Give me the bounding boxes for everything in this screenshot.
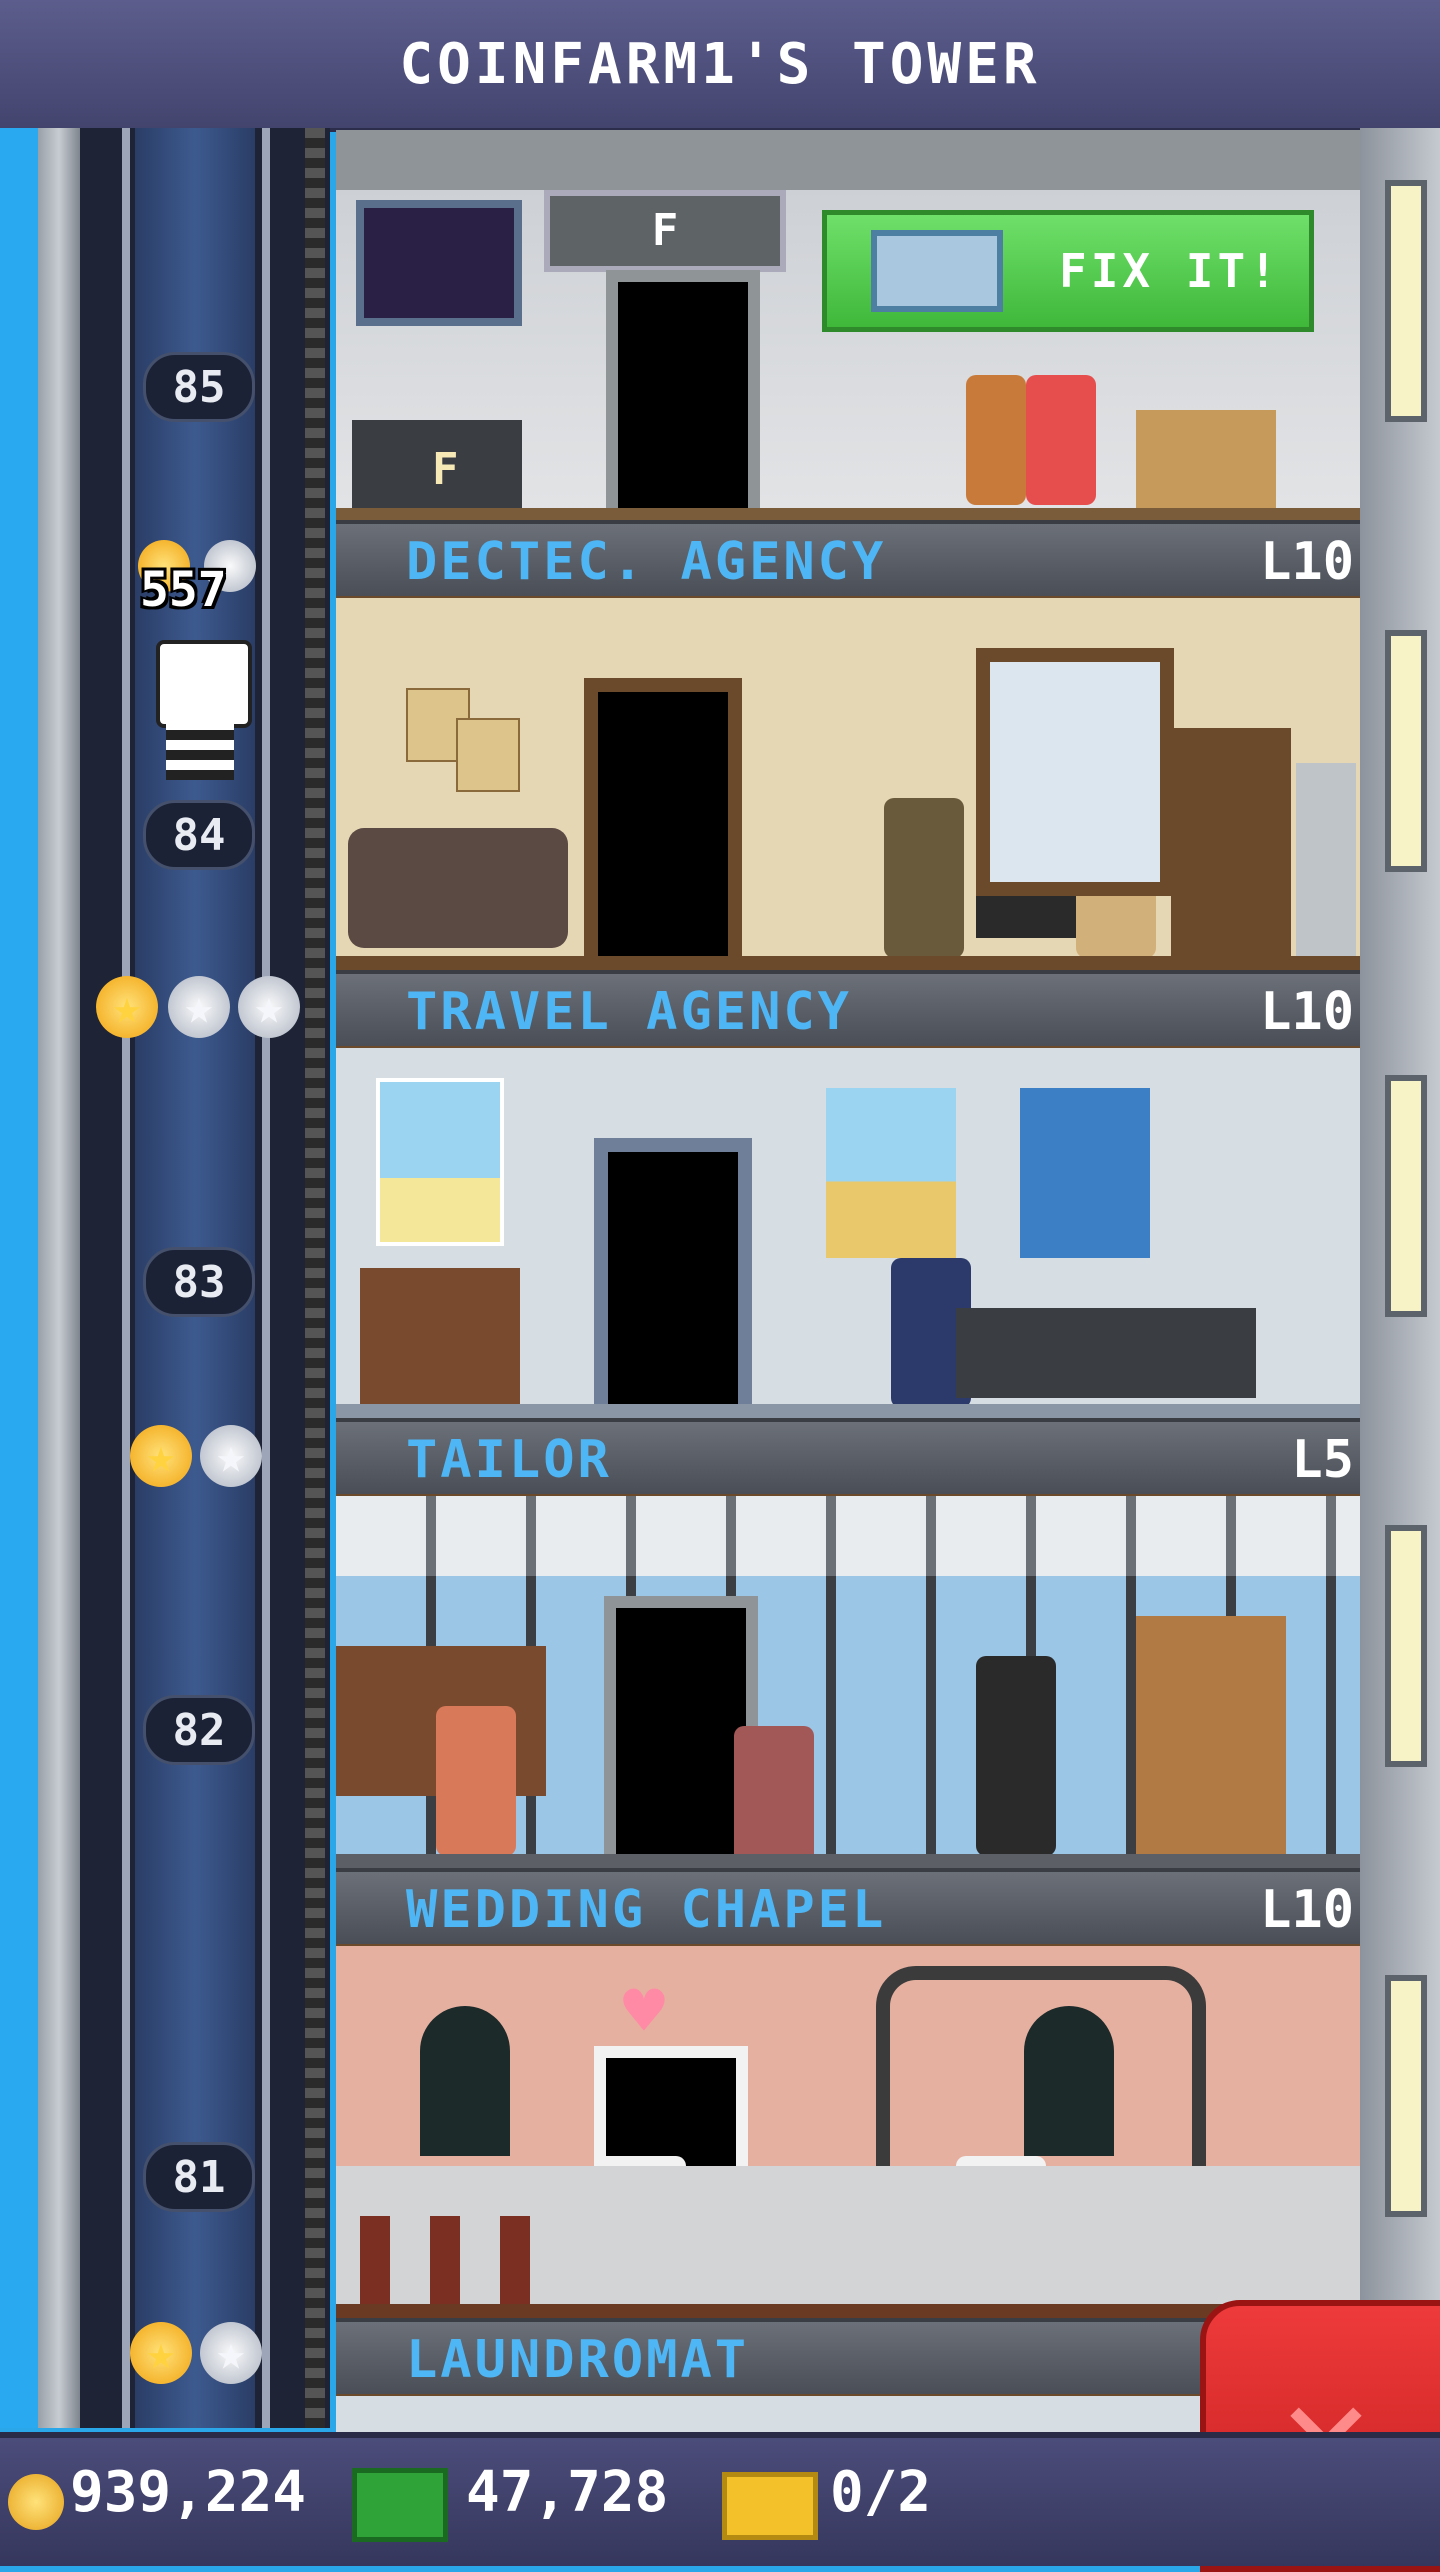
room-door[interactable] xyxy=(606,270,760,544)
floor-number[interactable]: 84 xyxy=(143,800,255,870)
filing-cabinet xyxy=(1296,763,1356,963)
sofa xyxy=(348,828,568,948)
room-level: L10 xyxy=(1260,982,1354,1042)
elevator-rail xyxy=(122,128,130,2428)
beach-poster xyxy=(376,1078,504,1246)
city-poster xyxy=(1020,1088,1150,1258)
room-wedding-chapel[interactable]: ♥ xyxy=(336,1946,1360,2330)
sky-strip xyxy=(0,128,38,2428)
room-label-bar[interactable]: TAILOR L5 xyxy=(336,1418,1360,1500)
bitizen[interactable] xyxy=(1026,375,1096,505)
room-tailor[interactable] xyxy=(336,1496,1360,1880)
window xyxy=(1385,630,1427,872)
window xyxy=(1385,1075,1427,1317)
ceiling-arches xyxy=(336,1496,1360,1576)
floor xyxy=(336,508,1360,520)
ticket-icon xyxy=(722,2472,818,2540)
wanted-poster xyxy=(456,718,520,792)
room-travel-agency[interactable] xyxy=(336,1048,1360,1432)
ceiling xyxy=(336,130,1360,190)
reception-desk: F xyxy=(352,420,522,520)
bottom-hud: 939,224 47,728 0/2 xyxy=(0,2432,1440,2566)
mannequin xyxy=(976,1656,1056,1856)
floor-number[interactable]: 81 xyxy=(143,2142,255,2212)
passenger-head xyxy=(156,640,252,728)
star-icon: ★ xyxy=(168,976,230,1038)
brochure-rack xyxy=(360,1268,520,1408)
shaft-wall xyxy=(38,128,80,2428)
ticket-count: 0/2 xyxy=(830,2460,932,2525)
room-label-bar[interactable]: DECTEC. AGENCY L10 xyxy=(336,520,1360,602)
floor xyxy=(336,1854,1360,1868)
bux-count: 47,728 xyxy=(466,2460,669,2525)
room-door[interactable] xyxy=(594,1138,752,1432)
floor-number[interactable]: 83 xyxy=(143,1247,255,1317)
bitizen[interactable] xyxy=(734,1726,814,1866)
window xyxy=(976,648,1174,896)
travel-poster xyxy=(826,1088,956,1258)
room-name: WEDDING CHAPEL xyxy=(406,1880,887,1940)
stained-glass-window xyxy=(420,2006,510,2156)
passenger-count: 557 xyxy=(140,562,227,618)
window xyxy=(1385,180,1427,422)
room-name: DECTEC. AGENCY xyxy=(406,532,887,592)
bitizen[interactable] xyxy=(436,1706,516,1856)
title-bar: COINFARM1'S TOWER xyxy=(0,0,1440,132)
tower-title: COINFARM1'S TOWER xyxy=(399,31,1041,97)
broken-window-icon xyxy=(871,230,1003,312)
room-label-bar[interactable]: WEDDING CHAPEL L10 xyxy=(336,1868,1360,1950)
pews xyxy=(360,2216,560,2306)
room-name: TRAVEL AGENCY xyxy=(406,982,852,1042)
floor xyxy=(336,1404,1360,1418)
room-name: LAUNDROMAT xyxy=(406,2330,750,2390)
bookshelf xyxy=(1171,728,1291,958)
desk xyxy=(956,1308,1256,1398)
room-level: L10 xyxy=(1260,532,1354,592)
star-icon: ★ xyxy=(200,2322,262,2384)
room-label-bar[interactable]: TRAVEL AGENCY L10 xyxy=(336,970,1360,1052)
bux-icon xyxy=(352,2468,448,2542)
room-level: L5 xyxy=(1291,1430,1354,1490)
room-level: L10 xyxy=(1260,1880,1354,1940)
floor-number[interactable]: 82 xyxy=(143,1695,255,1765)
coin-count: 939,224 xyxy=(70,2460,307,2525)
room-dectec-agency[interactable] xyxy=(336,598,1360,982)
elevator-car[interactable]: 557 xyxy=(138,540,268,780)
floor xyxy=(336,956,1360,970)
elevator-rail xyxy=(262,128,270,2428)
fix-it-button[interactable]: FIX IT! xyxy=(822,210,1314,332)
star-icon: ★ xyxy=(200,1425,262,1487)
star-icon: ★ xyxy=(96,976,158,1038)
room-sign: F xyxy=(544,190,786,272)
desk xyxy=(1136,410,1276,510)
fix-it-label: FIX IT! xyxy=(1059,244,1281,298)
elevator-cable xyxy=(305,128,325,2428)
coin-icon xyxy=(8,2474,64,2530)
wardrobe xyxy=(1136,1616,1286,1856)
window xyxy=(1385,1975,1427,2217)
bitizen[interactable] xyxy=(966,375,1026,505)
window xyxy=(1385,1525,1427,1767)
floor-number[interactable]: 85 xyxy=(143,352,255,422)
heart-icon: ♥ xyxy=(622,1970,666,2052)
star-icon: ★ xyxy=(130,2322,192,2384)
star-icon: ★ xyxy=(130,1425,192,1487)
passenger-body xyxy=(166,720,234,780)
room-name: TAILOR xyxy=(406,1430,612,1490)
room-door[interactable] xyxy=(584,678,742,982)
bitizen[interactable] xyxy=(884,798,964,958)
star-icon: ★ xyxy=(238,976,300,1038)
tv-screen xyxy=(356,200,522,326)
